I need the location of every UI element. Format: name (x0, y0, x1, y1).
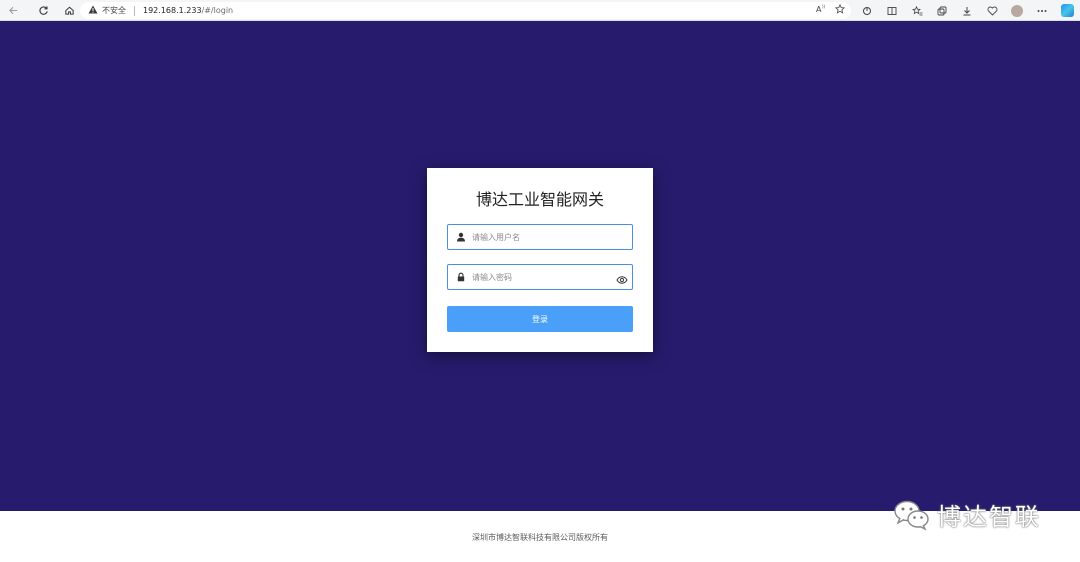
favorite-icon[interactable] (834, 3, 846, 17)
back-icon[interactable] (4, 1, 22, 19)
password-input[interactable] (472, 272, 612, 282)
extensions-icon[interactable] (858, 2, 876, 19)
password-field[interactable] (447, 264, 633, 290)
home-icon[interactable] (60, 1, 78, 19)
browser-toolbar: 不安全 192.168.1.233/#/login A)) (0, 0, 1080, 21)
login-card: 博达工业智能网关 登录 (427, 168, 653, 352)
split-screen-icon[interactable] (883, 2, 901, 19)
read-aloud-icon[interactable]: A)) (816, 4, 827, 17)
browser-actions (858, 2, 1076, 19)
collections-icon[interactable] (933, 2, 951, 19)
svg-text:)): )) (822, 4, 826, 9)
watermark-text: 博达智联 (937, 503, 1041, 531)
wechat-icon (893, 499, 931, 531)
url-path[interactable]: /#/login (202, 6, 234, 15)
lock-icon (454, 270, 468, 284)
refresh-icon[interactable] (34, 1, 52, 19)
login-button[interactable]: 登录 (447, 306, 633, 332)
eye-icon[interactable] (616, 271, 628, 284)
address-divider (134, 5, 135, 16)
username-input[interactable] (472, 232, 612, 242)
favorites-icon[interactable] (908, 2, 926, 19)
login-background: 博达工业智能网关 登录 (0, 21, 1080, 511)
address-actions: A)) (816, 3, 846, 17)
watermark: 博达智联 (893, 497, 1041, 532)
download-icon[interactable] (958, 2, 976, 19)
more-icon[interactable] (1033, 2, 1051, 19)
browser-essentials-icon[interactable] (983, 2, 1001, 19)
address-bar[interactable]: 不安全 192.168.1.233/#/login A)) (80, 2, 851, 19)
user-icon (454, 230, 468, 244)
page-title: 博达工业智能网关 (475, 190, 604, 209)
warning-icon[interactable] (88, 5, 98, 17)
security-label[interactable]: 不安全 (102, 5, 126, 16)
copilot-icon[interactable] (1058, 2, 1076, 19)
copyright-text: 深圳市博达智联科技有限公司版权所有 (472, 533, 608, 542)
username-field[interactable] (447, 224, 633, 250)
url-host[interactable]: 192.168.1.233 (143, 6, 202, 15)
profile-icon[interactable] (1008, 2, 1026, 19)
